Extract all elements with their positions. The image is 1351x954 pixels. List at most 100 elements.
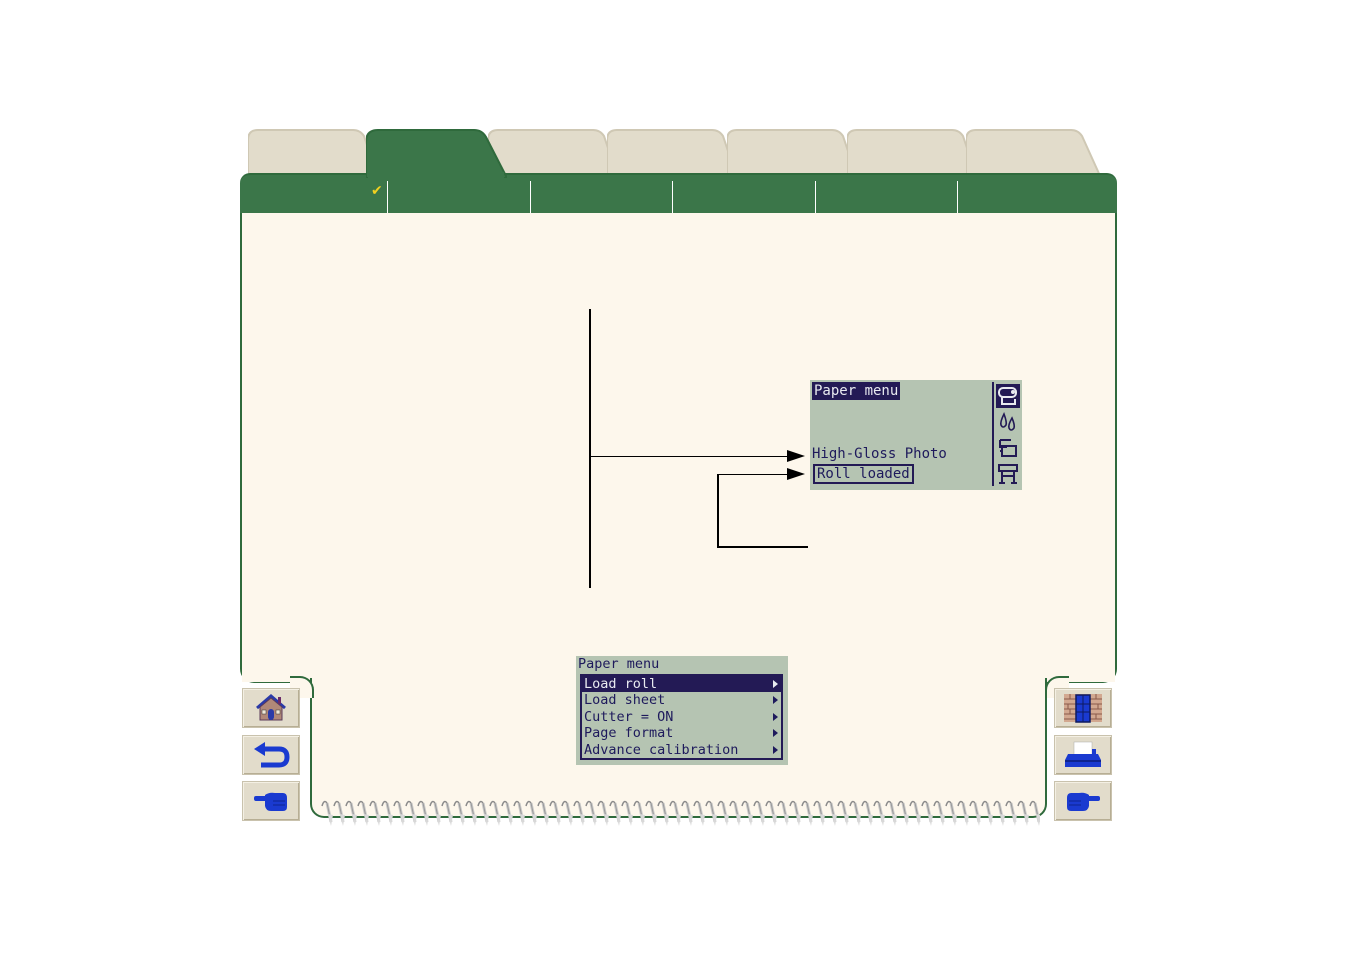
- tab-2-active[interactable]: [366, 128, 508, 178]
- media-type: High-Gloss Photo: [812, 446, 947, 462]
- spiral-ring: [849, 800, 861, 826]
- spiral-ring: [969, 800, 981, 826]
- tab-1-shape: [248, 129, 380, 178]
- spiral-ring: [489, 800, 501, 826]
- spiral-ring: [693, 800, 705, 826]
- tab-4[interactable]: [607, 128, 742, 178]
- submenu-arrow-icon: [773, 680, 778, 688]
- spiral-ring: [921, 800, 933, 826]
- submenu-arrow-icon: [773, 729, 778, 738]
- spiral-ring: [537, 800, 549, 826]
- spiral-ring: [561, 800, 573, 826]
- paper-menu-list: Load roll Load sheet Cutter = ON Page fo…: [580, 674, 783, 760]
- spiral-ring: [609, 800, 621, 826]
- menu-item-load-sheet[interactable]: Load sheet: [582, 692, 781, 708]
- pointing-hand-icon: [254, 792, 287, 811]
- previous-page-button[interactable]: [242, 781, 300, 821]
- tab-7-shape: [966, 129, 1103, 178]
- spiral-ring: [645, 800, 657, 826]
- menu-item-label: Cutter = ON: [584, 708, 674, 725]
- tab-3[interactable]: [488, 128, 623, 178]
- menu-item-advance-calibration[interactable]: Advance calibration: [582, 742, 781, 758]
- submenu-arrow-icon: [773, 712, 778, 721]
- roll-status: Roll loaded: [813, 464, 914, 484]
- tab-5-shape: [727, 129, 859, 178]
- display-title: Paper menu: [812, 382, 901, 400]
- tab-7[interactable]: [966, 128, 1106, 178]
- spiral-ring: [909, 800, 921, 826]
- paper-roll-icon: [996, 384, 1020, 408]
- spiral-ring: [441, 800, 453, 826]
- home-button[interactable]: [242, 688, 300, 728]
- spiral-ring: [861, 800, 873, 826]
- menu-item-cutter[interactable]: Cutter = ON: [582, 709, 781, 725]
- tab-6[interactable]: [847, 128, 982, 178]
- arrow-to-status: [787, 468, 805, 480]
- exit-door-icon: [1064, 694, 1102, 723]
- tab-separator: [530, 181, 531, 213]
- tab-3-shape: [488, 129, 620, 178]
- tab-separator: [672, 181, 673, 213]
- spiral-ring: [705, 800, 717, 826]
- spiral-ring: [345, 800, 357, 826]
- menu-item-page-format[interactable]: Page format: [582, 725, 781, 741]
- spiral-binding: [321, 800, 1040, 826]
- home-icon: [256, 694, 286, 721]
- menu-item-label: Load sheet: [584, 692, 666, 709]
- spiral-ring: [753, 800, 765, 826]
- tab-4-shape: [607, 129, 739, 178]
- paper-menu-title: Paper menu: [578, 656, 660, 672]
- paper-menu-display: Paper menu Load roll Load sheet Cutter =…: [576, 656, 788, 765]
- spiral-ring: [453, 800, 465, 826]
- menu-item-load-roll[interactable]: Load roll: [582, 676, 781, 693]
- spiral-ring: [501, 800, 513, 826]
- spiral-ring: [717, 800, 729, 826]
- spiral-ring: [405, 800, 417, 826]
- menu-item-label: Page format: [584, 725, 674, 742]
- spiral-ring: [1005, 800, 1017, 826]
- sheet-stack-icon: [996, 436, 1020, 460]
- display-icon-column: [992, 382, 1022, 486]
- spiral-ring: [1029, 800, 1040, 826]
- diagram-connector-status: [717, 473, 788, 475]
- spiral-ring: [321, 800, 333, 826]
- spiral-ring: [885, 800, 897, 826]
- print-button[interactable]: [1054, 735, 1112, 775]
- spiral-ring: [549, 800, 561, 826]
- submenu-arrow-icon: [773, 745, 778, 754]
- tab-1[interactable]: [248, 128, 383, 178]
- spiral-ring: [825, 800, 837, 826]
- diagram-vertical-line: [589, 309, 591, 588]
- check-icon: ✔: [371, 183, 383, 199]
- spiral-ring: [741, 800, 753, 826]
- back-button[interactable]: [242, 735, 300, 775]
- tab-separator: [387, 181, 388, 213]
- spiral-ring: [777, 800, 789, 826]
- tab-separator: [957, 181, 958, 213]
- spiral-ring: [573, 800, 585, 826]
- diagram-connector-media: [590, 455, 788, 457]
- spiral-ring: [681, 800, 693, 826]
- spiral-ring: [729, 800, 741, 826]
- spiral-ring: [1017, 800, 1029, 826]
- spiral-ring: [513, 800, 525, 826]
- front-panel-status-display: Paper menu High-Gloss Photo Roll loaded: [810, 380, 1022, 490]
- printer-icon: [1065, 741, 1101, 767]
- exit-button[interactable]: [1054, 688, 1112, 728]
- spiral-ring: [465, 800, 477, 826]
- spiral-ring: [933, 800, 945, 826]
- back-icon: [254, 742, 290, 768]
- arrow-to-media: [787, 450, 805, 462]
- next-page-button[interactable]: [1054, 781, 1112, 821]
- spiral-ring: [381, 800, 393, 826]
- spiral-ring: [357, 800, 369, 826]
- spiral-ring: [981, 800, 993, 826]
- spiral-ring: [873, 800, 885, 826]
- tab-6-shape: [847, 129, 979, 178]
- spiral-ring: [837, 800, 849, 826]
- ink-drops-icon: [996, 410, 1020, 434]
- tab-5[interactable]: [727, 128, 862, 178]
- pointing-hand-right-icon: [1067, 792, 1100, 811]
- spiral-ring: [657, 800, 669, 826]
- spiral-ring: [597, 800, 609, 826]
